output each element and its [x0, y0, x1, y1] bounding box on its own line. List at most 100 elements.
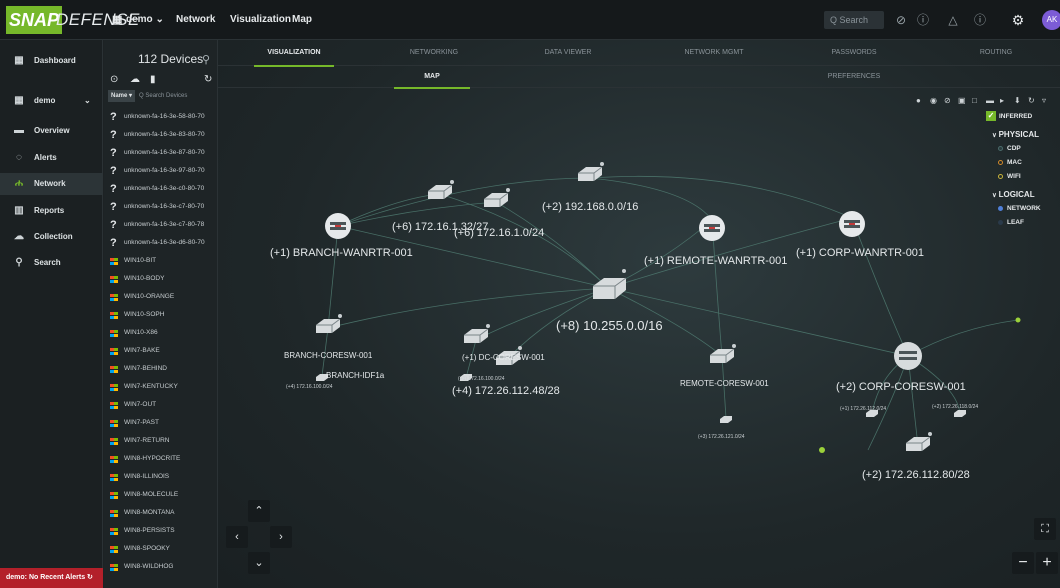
- org-selector[interactable]: demo ⌄: [126, 0, 164, 40]
- label-subnet-172-26-112-48: (+4) 172.26.112.48/28: [452, 385, 560, 397]
- device-row[interactable]: WIN7-RETURN: [104, 432, 218, 450]
- device-row[interactable]: WIN10-SOPH: [104, 306, 218, 324]
- device-name: WIN8-MONTANA: [124, 509, 175, 516]
- device-row[interactable]: ? unknown-fa-16-3e-d6-80-70: [104, 234, 218, 252]
- nav-dashboard[interactable]: ▦ Dashboard: [0, 50, 103, 72]
- warning-icon[interactable]: △: [945, 12, 961, 28]
- windows-icon: [110, 276, 118, 283]
- device-row[interactable]: WIN10-X86: [104, 324, 218, 342]
- tab-passwords[interactable]: PASSWORDS: [814, 40, 894, 66]
- device-name: unknown-fa-16-3e-c7-80-78: [124, 221, 205, 228]
- device-row[interactable]: ? unknown-fa-16-3e-87-80-70: [104, 144, 218, 162]
- tab-routing[interactable]: ROUTING: [956, 40, 1036, 66]
- device-row[interactable]: WIN8-ILLINOIS: [104, 468, 218, 486]
- subtab-map[interactable]: MAP: [394, 66, 470, 89]
- filter-icon[interactable]: ⚲: [202, 53, 210, 66]
- zoom-out-button[interactable]: −: [1012, 552, 1034, 574]
- cloud-icon[interactable]: ☁: [130, 74, 140, 85]
- info-icon[interactable]: ⓘ: [915, 12, 931, 28]
- device-row[interactable]: WIN10-ORANGE: [104, 288, 218, 306]
- device-row[interactable]: WIN7-PAST: [104, 414, 218, 432]
- node-switch-corp-coresw[interactable]: [894, 342, 922, 370]
- nav-alerts[interactable]: ◌ Alerts: [0, 147, 103, 169]
- refresh-icon[interactable]: ↻: [204, 74, 212, 85]
- node-switch-dc-coresw[interactable]: [463, 323, 491, 344]
- topnav-map[interactable]: Map: [292, 0, 312, 40]
- locate-icon[interactable]: ⊙: [110, 74, 118, 85]
- subtab-preferences[interactable]: PREFERENCES: [814, 66, 894, 88]
- device-row[interactable]: WIN7-OUT: [104, 396, 218, 414]
- device-row[interactable]: WIN8-WILDHOG: [104, 558, 218, 576]
- device-row[interactable]: WIN8-MONTANA: [104, 504, 218, 522]
- node-leaf-small[interactable]: [954, 410, 966, 417]
- fit-screen-button[interactable]: ⛶: [1034, 518, 1056, 540]
- topnav-visualization[interactable]: Visualization: [230, 0, 291, 40]
- network-map[interactable]: (+1) BRANCH-WANRTR-001 (+6) 172.16.1.32/…: [218, 88, 1060, 588]
- node-switch-172-16-1-0[interactable]: [483, 187, 511, 208]
- device-name: WIN7-PAST: [124, 419, 159, 426]
- tab-visualization[interactable]: VISUALIZATION: [254, 40, 334, 67]
- tab-networking[interactable]: NETWORKING: [394, 40, 474, 66]
- zoom-in-button[interactable]: +: [1036, 552, 1058, 574]
- alert-status-bar[interactable]: demo: No Recent Alerts ↻: [0, 568, 103, 588]
- nav-overview[interactable]: ▬ Overview: [0, 120, 103, 142]
- nav-org-demo[interactable]: ▦ demo ⌄: [0, 90, 103, 112]
- node-switch-172-26-112-80[interactable]: [905, 431, 933, 452]
- refresh-icon: ↻: [87, 574, 93, 581]
- search-field-select[interactable]: Name ▾: [108, 90, 136, 102]
- pan-left-button[interactable]: ‹: [226, 526, 248, 548]
- avatar[interactable]: AK: [1042, 10, 1060, 30]
- nav-overview-label: Overview: [34, 126, 70, 135]
- nav-network[interactable]: ሐ Network: [0, 173, 103, 195]
- endpoint-dot[interactable]: [819, 447, 825, 453]
- nav-collection[interactable]: ☁ Collection: [0, 226, 103, 248]
- global-search-input[interactable]: Q Search: [824, 11, 884, 29]
- device-row[interactable]: WIN8-HYPOCRITE: [104, 450, 218, 468]
- node-leaf-small[interactable]: [720, 416, 732, 423]
- tab-data-viewer[interactable]: DATA VIEWER: [528, 40, 608, 66]
- help-icon[interactable]: ⊘: [893, 12, 909, 28]
- topnav-network[interactable]: Network: [176, 0, 215, 40]
- device-row[interactable]: WIN7-BEHIND: [104, 360, 218, 378]
- label-corp-wanrtr: (+1) CORP-WANRTR-001: [796, 247, 924, 259]
- pan-up-button[interactable]: ⌃: [248, 500, 270, 522]
- tab-network-mgmt[interactable]: NETWORK MGMT: [674, 40, 754, 66]
- node-router-branch-wanrtr[interactable]: [325, 213, 351, 239]
- device-row[interactable]: ? unknown-fa-16-3e-c7-80-70: [104, 198, 218, 216]
- device-row[interactable]: ? unknown-fa-16-3e-58-80-70: [104, 108, 218, 126]
- main-area: VISUALIZATION NETWORKING DATA VIEWER NET…: [218, 40, 1060, 588]
- nav-alerts-label: Alerts: [34, 153, 57, 162]
- nav-search[interactable]: ⚲ Search: [0, 252, 103, 274]
- gear-icon[interactable]: ⚙: [1010, 12, 1026, 28]
- nav-reports[interactable]: ▥ Reports: [0, 200, 103, 222]
- device-row[interactable]: WIN10-BIT: [104, 252, 218, 270]
- device-name: WIN8-PERSISTS: [124, 527, 175, 534]
- snap-defense-logo[interactable]: SNAP DEFENSE: [6, 6, 139, 34]
- device-toolbar: ⊙ ☁ ▮ ↻: [108, 74, 214, 88]
- endpoint-dot[interactable]: [1015, 317, 1021, 323]
- device-row[interactable]: WIN8-MOLECULE: [104, 486, 218, 504]
- device-row[interactable]: ? unknown-fa-16-3e-c7-80-78: [104, 216, 218, 234]
- node-switch-172-16-1-32[interactable]: [427, 179, 455, 200]
- node-switch-192-168[interactable]: [577, 161, 605, 182]
- device-row[interactable]: ? unknown-fa-16-3e-97-80-70: [104, 162, 218, 180]
- device-row[interactable]: WIN8-PERSISTS: [104, 522, 218, 540]
- trash-icon[interactable]: ▮: [150, 74, 156, 85]
- overview-icon: ▬: [14, 125, 24, 136]
- node-switch-remote-coresw[interactable]: [709, 343, 737, 364]
- device-row[interactable]: ? unknown-fa-16-3e-83-80-70: [104, 126, 218, 144]
- notification-icon[interactable]: ⓘ: [972, 12, 988, 28]
- device-row[interactable]: WIN8-SPOOKY: [104, 540, 218, 558]
- node-router-corp-wanrtr[interactable]: [839, 211, 865, 237]
- device-row[interactable]: ? unknown-fa-16-3e-c0-80-70: [104, 180, 218, 198]
- device-search[interactable]: Name ▾ Q Search Devices: [108, 90, 214, 102]
- dashboard-icon: ▦: [14, 55, 24, 66]
- device-row[interactable]: WIN10-BODY: [104, 270, 218, 288]
- device-search-input[interactable]: Q Search Devices: [139, 93, 187, 99]
- device-row[interactable]: WIN7-KENTUCKY: [104, 378, 218, 396]
- device-row[interactable]: WIN7-BAKE: [104, 342, 218, 360]
- pan-right-button[interactable]: ›: [270, 526, 292, 548]
- node-router-remote-wanrtr[interactable]: [699, 215, 725, 241]
- pan-down-button[interactable]: ⌄: [248, 552, 270, 574]
- device-name: WIN10-BIT: [124, 257, 157, 264]
